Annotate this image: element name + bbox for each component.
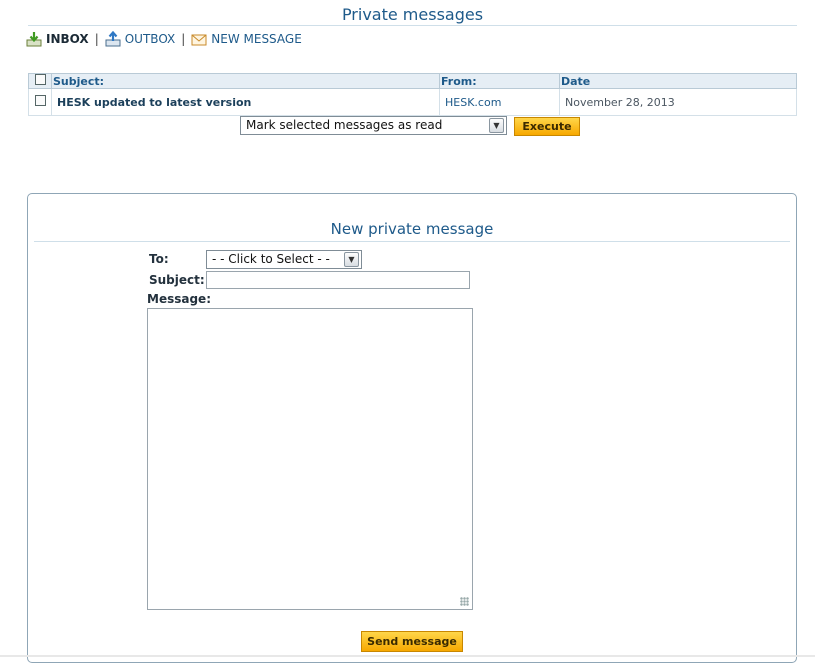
subject-label: Subject:	[149, 273, 205, 287]
outbox-icon	[105, 31, 121, 47]
outbox-link[interactable]: OUTBOX	[105, 31, 175, 47]
new-message-link[interactable]: NEW MESSAGE	[191, 31, 302, 47]
outbox-label: OUTBOX	[124, 32, 176, 46]
subject-cell: HESK updated to latest version	[51, 88, 440, 116]
new-message-label: NEW MESSAGE	[211, 32, 302, 46]
subject-column-header: Subject:	[51, 73, 440, 89]
from-column-header: From:	[439, 73, 560, 89]
message-label: Message:	[147, 292, 211, 306]
bulk-action-select[interactable]: Mark selected messages as read ▼	[240, 116, 507, 135]
recipient-select-value: - - Click to Select - -	[212, 252, 330, 266]
date-column-header: Date	[559, 73, 797, 89]
compose-title: New private message	[330, 220, 494, 238]
date-cell: November 28, 2013	[559, 88, 797, 116]
table-header-row: Subject: From: Date	[28, 73, 797, 89]
nav-separator: |	[94, 32, 99, 46]
select-all-checkbox[interactable]	[34, 74, 46, 85]
chevron-down-icon[interactable]: ▼	[344, 252, 359, 267]
inbox-label: INBOX	[46, 32, 89, 46]
title-divider	[28, 25, 797, 26]
mailbox-nav: INBOX | OUTBOX | NEW MESSAGE	[26, 30, 302, 48]
row-select-cell	[28, 88, 52, 116]
message-date: November 28, 2013	[565, 95, 675, 109]
subject-input[interactable]	[206, 271, 470, 289]
select-all-cell	[28, 73, 52, 89]
bulk-action-value: Mark selected messages as read	[246, 118, 443, 132]
table-row: HESK updated to latest version HESK.com …	[28, 88, 797, 116]
inbox-icon	[26, 32, 42, 47]
execute-button[interactable]: Execute	[514, 117, 580, 136]
message-subject-link[interactable]: HESK updated to latest version	[57, 96, 251, 109]
resize-grip-icon[interactable]	[460, 597, 469, 606]
message-from-link[interactable]: HESK.com	[445, 96, 501, 109]
envelope-icon	[191, 34, 207, 46]
chevron-down-icon[interactable]: ▼	[489, 118, 504, 133]
nav-separator: |	[181, 32, 186, 46]
inbox-link[interactable]: INBOX	[26, 31, 89, 47]
messages-table: Subject: From: Date HESK updated to late…	[28, 73, 797, 116]
compose-title-divider	[34, 241, 790, 242]
to-label: To:	[149, 252, 169, 266]
from-cell: HESK.com	[439, 88, 560, 116]
page-title: Private messages	[341, 5, 484, 24]
recipient-select[interactable]: - - Click to Select - - ▼	[206, 250, 362, 269]
message-textarea[interactable]	[147, 308, 473, 610]
send-message-button[interactable]: Send message	[361, 631, 463, 652]
row-checkbox[interactable]	[34, 95, 46, 106]
